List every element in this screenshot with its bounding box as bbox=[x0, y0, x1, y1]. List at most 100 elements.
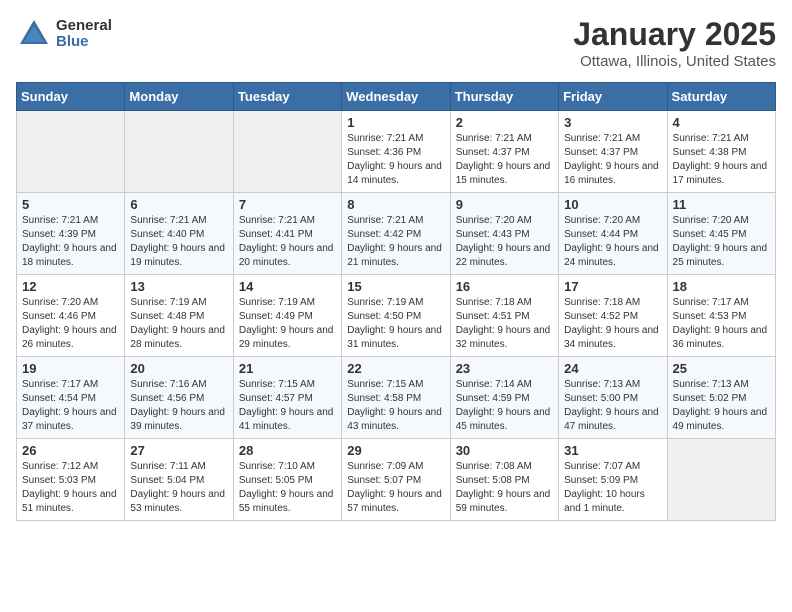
calendar-cell: 21 Sunrise: 7:15 AMSunset: 4:57 PMDayligh… bbox=[233, 357, 341, 439]
calendar-cell: 30 Sunrise: 7:08 AMSunset: 5:08 PMDayligh… bbox=[450, 439, 558, 521]
logo-blue-text: Blue bbox=[56, 34, 112, 51]
day-number: 14 bbox=[239, 279, 336, 294]
cell-content: Sunrise: 7:15 AMSunset: 4:58 PMDaylight:… bbox=[347, 378, 444, 434]
calendar-cell: 29 Sunrise: 7:09 AMSunset: 5:07 PMDayligh… bbox=[342, 439, 450, 521]
calendar-week-row: 26 Sunrise: 7:12 AMSunset: 5:03 PMDayligh… bbox=[17, 439, 776, 521]
calendar-cell: 28 Sunrise: 7:10 AMSunset: 5:05 PMDayligh… bbox=[233, 439, 341, 521]
logo-icon bbox=[16, 16, 52, 52]
calendar-cell: 9 Sunrise: 7:20 AMSunset: 4:43 PMDaylight… bbox=[450, 193, 558, 275]
calendar-cell: 8 Sunrise: 7:21 AMSunset: 4:42 PMDaylight… bbox=[342, 193, 450, 275]
cell-content: Sunrise: 7:11 AMSunset: 5:04 PMDaylight:… bbox=[130, 460, 227, 516]
title-area: January 2025 Ottawa, Illinois, United St… bbox=[573, 16, 776, 70]
header-thursday: Thursday bbox=[450, 83, 558, 111]
calendar-cell: 22Sunrise: 7:15 AMSunset: 4:58 PMDayligh… bbox=[342, 357, 450, 439]
location: Ottawa, Illinois, United States bbox=[573, 53, 776, 70]
cell-content: Sunrise: 7:20 AMSunset: 4:43 PMDaylight:… bbox=[456, 214, 553, 270]
calendar-week-row: 19Sunrise: 7:17 AMSunset: 4:54 PMDayligh… bbox=[17, 357, 776, 439]
cell-content: Sunrise: 7:18 AMSunset: 4:52 PMDaylight:… bbox=[564, 296, 661, 352]
cell-content: Sunrise: 7:21 AMSunset: 4:38 PMDaylight:… bbox=[673, 132, 770, 188]
calendar-cell: 12Sunrise: 7:20 AMSunset: 4:46 PMDayligh… bbox=[17, 275, 125, 357]
day-number: 10 bbox=[564, 197, 661, 212]
calendar-week-row: 12Sunrise: 7:20 AMSunset: 4:46 PMDayligh… bbox=[17, 275, 776, 357]
day-number: 31 bbox=[564, 443, 661, 458]
day-number: 26 bbox=[22, 443, 119, 458]
calendar-cell: 13Sunrise: 7:19 AMSunset: 4:48 PMDayligh… bbox=[125, 275, 233, 357]
calendar-cell: 17 Sunrise: 7:18 AMSunset: 4:52 PMDayligh… bbox=[559, 275, 667, 357]
calendar-cell: 11 Sunrise: 7:20 AMSunset: 4:45 PMDayligh… bbox=[667, 193, 775, 275]
cell-content: Sunrise: 7:15 AMSunset: 4:57 PMDaylight:… bbox=[239, 378, 336, 434]
cell-content: Sunrise: 7:19 AMSunset: 4:49 PMDaylight:… bbox=[239, 296, 336, 352]
calendar-cell: 23 Sunrise: 7:14 AMSunset: 4:59 PMDayligh… bbox=[450, 357, 558, 439]
cell-content: Sunrise: 7:21 AMSunset: 4:39 PMDaylight:… bbox=[22, 214, 119, 270]
cell-content: Sunrise: 7:13 AMSunset: 5:02 PMDaylight:… bbox=[673, 378, 770, 434]
calendar-cell: 31 Sunrise: 7:07 AMSunset: 5:09 PMDayligh… bbox=[559, 439, 667, 521]
day-number: 6 bbox=[130, 197, 227, 212]
calendar-cell: 18 Sunrise: 7:17 AMSunset: 4:53 PMDayligh… bbox=[667, 275, 775, 357]
calendar-cell bbox=[17, 111, 125, 193]
cell-content: Sunrise: 7:12 AMSunset: 5:03 PMDaylight:… bbox=[22, 460, 119, 516]
day-number: 11 bbox=[673, 197, 770, 212]
calendar-week-row: 5 Sunrise: 7:21 AMSunset: 4:39 PMDaylight… bbox=[17, 193, 776, 275]
month-title: January 2025 bbox=[573, 16, 776, 53]
header-saturday: Saturday bbox=[667, 83, 775, 111]
cell-content: Sunrise: 7:17 AMSunset: 4:53 PMDaylight:… bbox=[673, 296, 770, 352]
day-number: 5 bbox=[22, 197, 119, 212]
day-number: 24 bbox=[564, 361, 661, 376]
cell-content: Sunrise: 7:16 AMSunset: 4:56 PMDaylight:… bbox=[130, 378, 227, 434]
calendar-header-row: SundayMondayTuesdayWednesdayThursdayFrid… bbox=[17, 83, 776, 111]
cell-content: Sunrise: 7:08 AMSunset: 5:08 PMDaylight:… bbox=[456, 460, 553, 516]
calendar-cell bbox=[667, 439, 775, 521]
calendar-cell bbox=[125, 111, 233, 193]
calendar-cell: 25 Sunrise: 7:13 AMSunset: 5:02 PMDayligh… bbox=[667, 357, 775, 439]
calendar-cell: 4Sunrise: 7:21 AMSunset: 4:38 PMDaylight… bbox=[667, 111, 775, 193]
calendar-cell: 19Sunrise: 7:17 AMSunset: 4:54 PMDayligh… bbox=[17, 357, 125, 439]
cell-content: Sunrise: 7:07 AMSunset: 5:09 PMDaylight:… bbox=[564, 460, 661, 516]
cell-content: Sunrise: 7:21 AMSunset: 4:42 PMDaylight:… bbox=[347, 214, 444, 270]
cell-content: Sunrise: 7:14 AMSunset: 4:59 PMDaylight:… bbox=[456, 378, 553, 434]
calendar-cell: 15 Sunrise: 7:19 AMSunset: 4:50 PMDayligh… bbox=[342, 275, 450, 357]
calendar-cell: 27 Sunrise: 7:11 AMSunset: 5:04 PMDayligh… bbox=[125, 439, 233, 521]
day-number: 23 bbox=[456, 361, 553, 376]
day-number: 15 bbox=[347, 279, 444, 294]
calendar-cell: 7Sunrise: 7:21 AMSunset: 4:41 PMDaylight… bbox=[233, 193, 341, 275]
day-number: 27 bbox=[130, 443, 227, 458]
header-monday: Monday bbox=[125, 83, 233, 111]
day-number: 13 bbox=[130, 279, 227, 294]
header-tuesday: Tuesday bbox=[233, 83, 341, 111]
calendar-cell: 1 Sunrise: 7:21 AMSunset: 4:36 PMDaylight… bbox=[342, 111, 450, 193]
calendar-cell: 20 Sunrise: 7:16 AMSunset: 4:56 PMDayligh… bbox=[125, 357, 233, 439]
cell-content: Sunrise: 7:21 AMSunset: 4:36 PMDaylight:… bbox=[347, 132, 444, 188]
calendar-cell: 24Sunrise: 7:13 AMSunset: 5:00 PMDayligh… bbox=[559, 357, 667, 439]
day-number: 9 bbox=[456, 197, 553, 212]
day-number: 18 bbox=[673, 279, 770, 294]
day-number: 29 bbox=[347, 443, 444, 458]
day-number: 19 bbox=[22, 361, 119, 376]
logo-general-text: General bbox=[56, 18, 112, 35]
day-number: 21 bbox=[239, 361, 336, 376]
cell-content: Sunrise: 7:10 AMSunset: 5:05 PMDaylight:… bbox=[239, 460, 336, 516]
calendar-table: SundayMondayTuesdayWednesdayThursdayFrid… bbox=[16, 82, 776, 521]
day-number: 1 bbox=[347, 115, 444, 130]
calendar-cell: 14 Sunrise: 7:19 AMSunset: 4:49 PMDayligh… bbox=[233, 275, 341, 357]
header-friday: Friday bbox=[559, 83, 667, 111]
cell-content: Sunrise: 7:09 AMSunset: 5:07 PMDaylight:… bbox=[347, 460, 444, 516]
day-number: 28 bbox=[239, 443, 336, 458]
day-number: 25 bbox=[673, 361, 770, 376]
page-header: General Blue January 2025 Ottawa, Illino… bbox=[16, 16, 776, 70]
cell-content: Sunrise: 7:19 AMSunset: 4:50 PMDaylight:… bbox=[347, 296, 444, 352]
calendar-cell bbox=[233, 111, 341, 193]
day-number: 2 bbox=[456, 115, 553, 130]
day-number: 17 bbox=[564, 279, 661, 294]
cell-content: Sunrise: 7:18 AMSunset: 4:51 PMDaylight:… bbox=[456, 296, 553, 352]
day-number: 7 bbox=[239, 197, 336, 212]
day-number: 3 bbox=[564, 115, 661, 130]
header-sunday: Sunday bbox=[17, 83, 125, 111]
cell-content: Sunrise: 7:20 AMSunset: 4:44 PMDaylight:… bbox=[564, 214, 661, 270]
day-number: 8 bbox=[347, 197, 444, 212]
logo: General Blue bbox=[16, 16, 112, 52]
day-number: 20 bbox=[130, 361, 227, 376]
header-wednesday: Wednesday bbox=[342, 83, 450, 111]
day-number: 30 bbox=[456, 443, 553, 458]
calendar-cell: 5 Sunrise: 7:21 AMSunset: 4:39 PMDaylight… bbox=[17, 193, 125, 275]
cell-content: Sunrise: 7:20 AMSunset: 4:45 PMDaylight:… bbox=[673, 214, 770, 270]
